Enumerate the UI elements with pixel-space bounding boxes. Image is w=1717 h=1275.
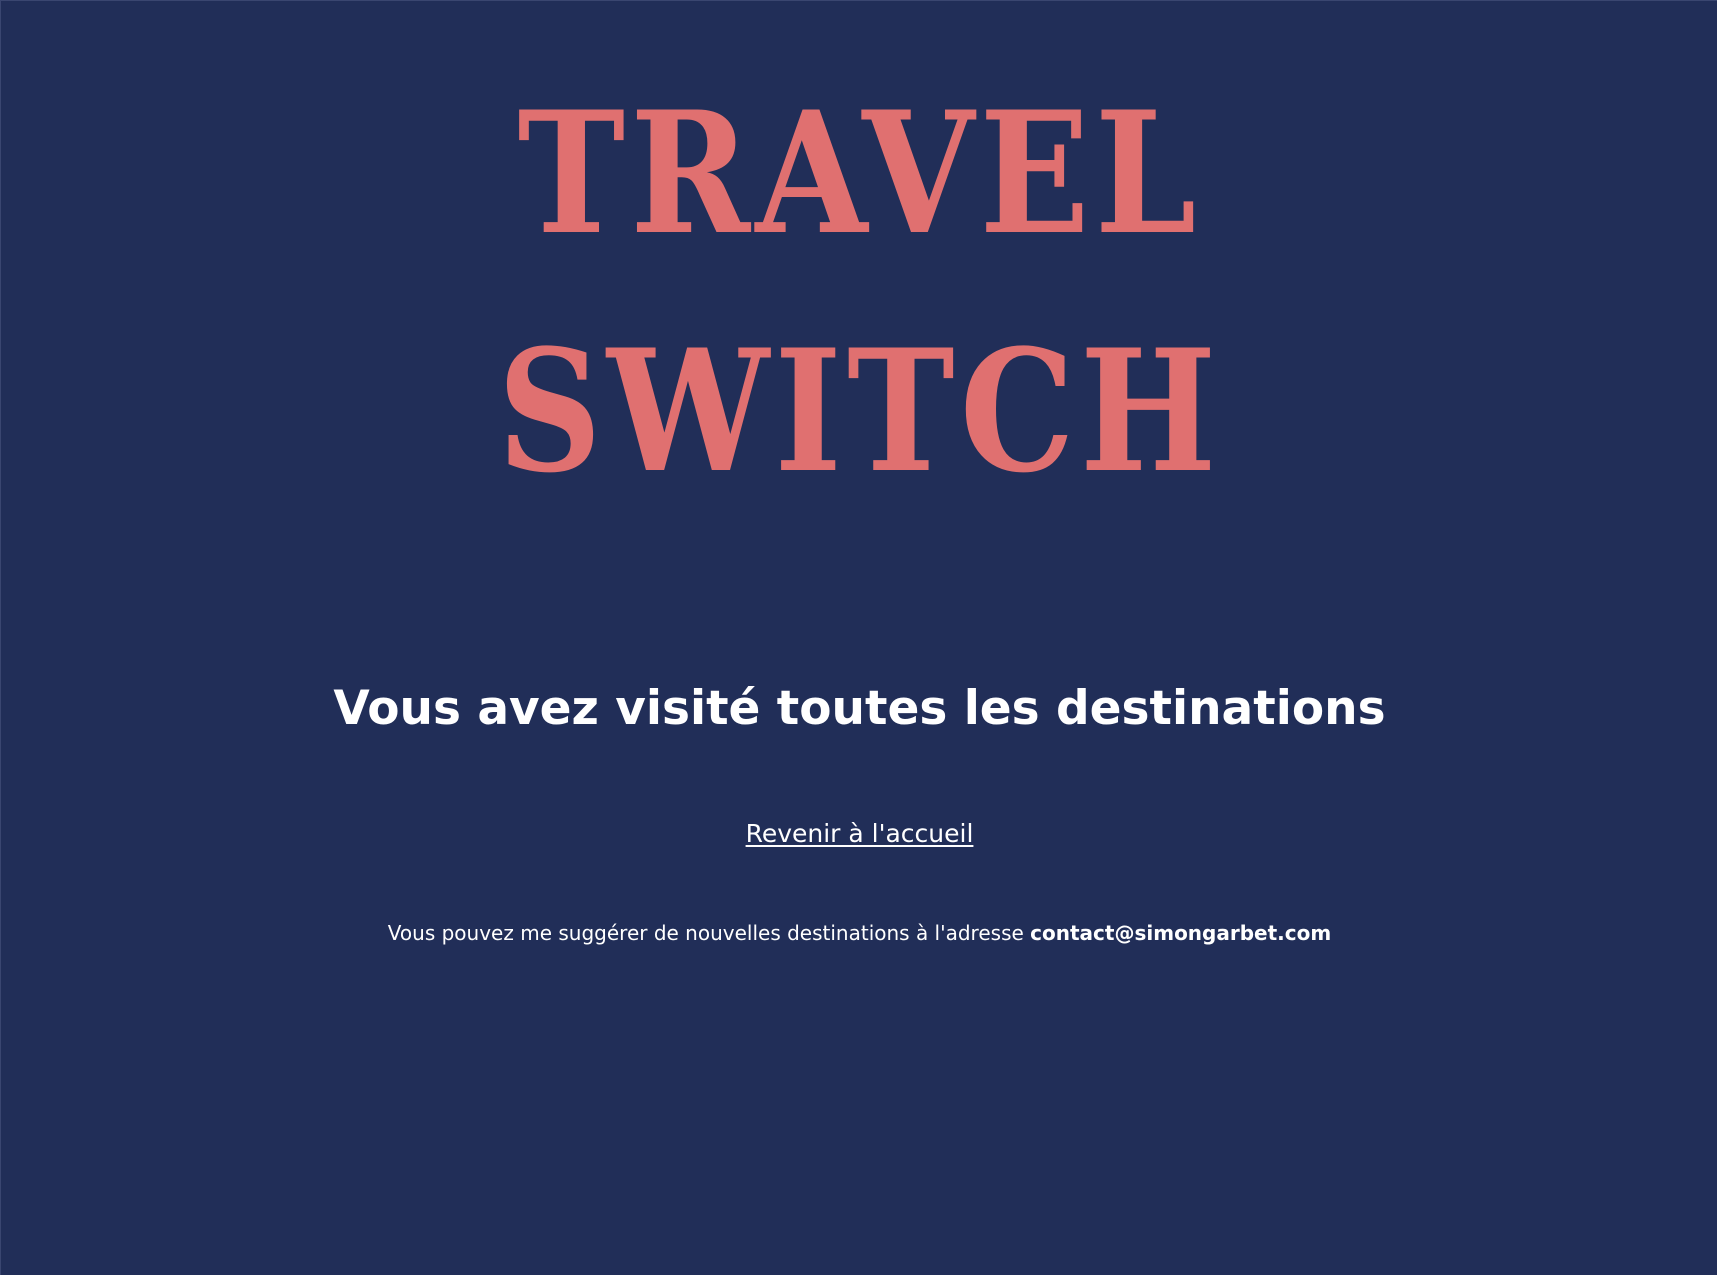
suggestion-label: Vous pouvez me suggérer de nouvelles des… [387,921,1024,945]
page: TRAVEL SWITCH Vous avez visité toutes le… [0,0,1717,1275]
contact-email: contact@simongarbet.com [1030,921,1332,945]
home-link-wrapper: Revenir à l'accueil [1,819,1717,849]
logo-line-travel: TRAVEL [517,74,1202,272]
page-title: Vous avez visité toutes les destinations [333,681,1386,736]
home-link[interactable]: Revenir à l'accueil [746,819,974,848]
suggestion-text: Vous pouvez me suggérer de nouvelles des… [1,921,1717,945]
logo-line-switch: SWITCH [497,312,1222,510]
